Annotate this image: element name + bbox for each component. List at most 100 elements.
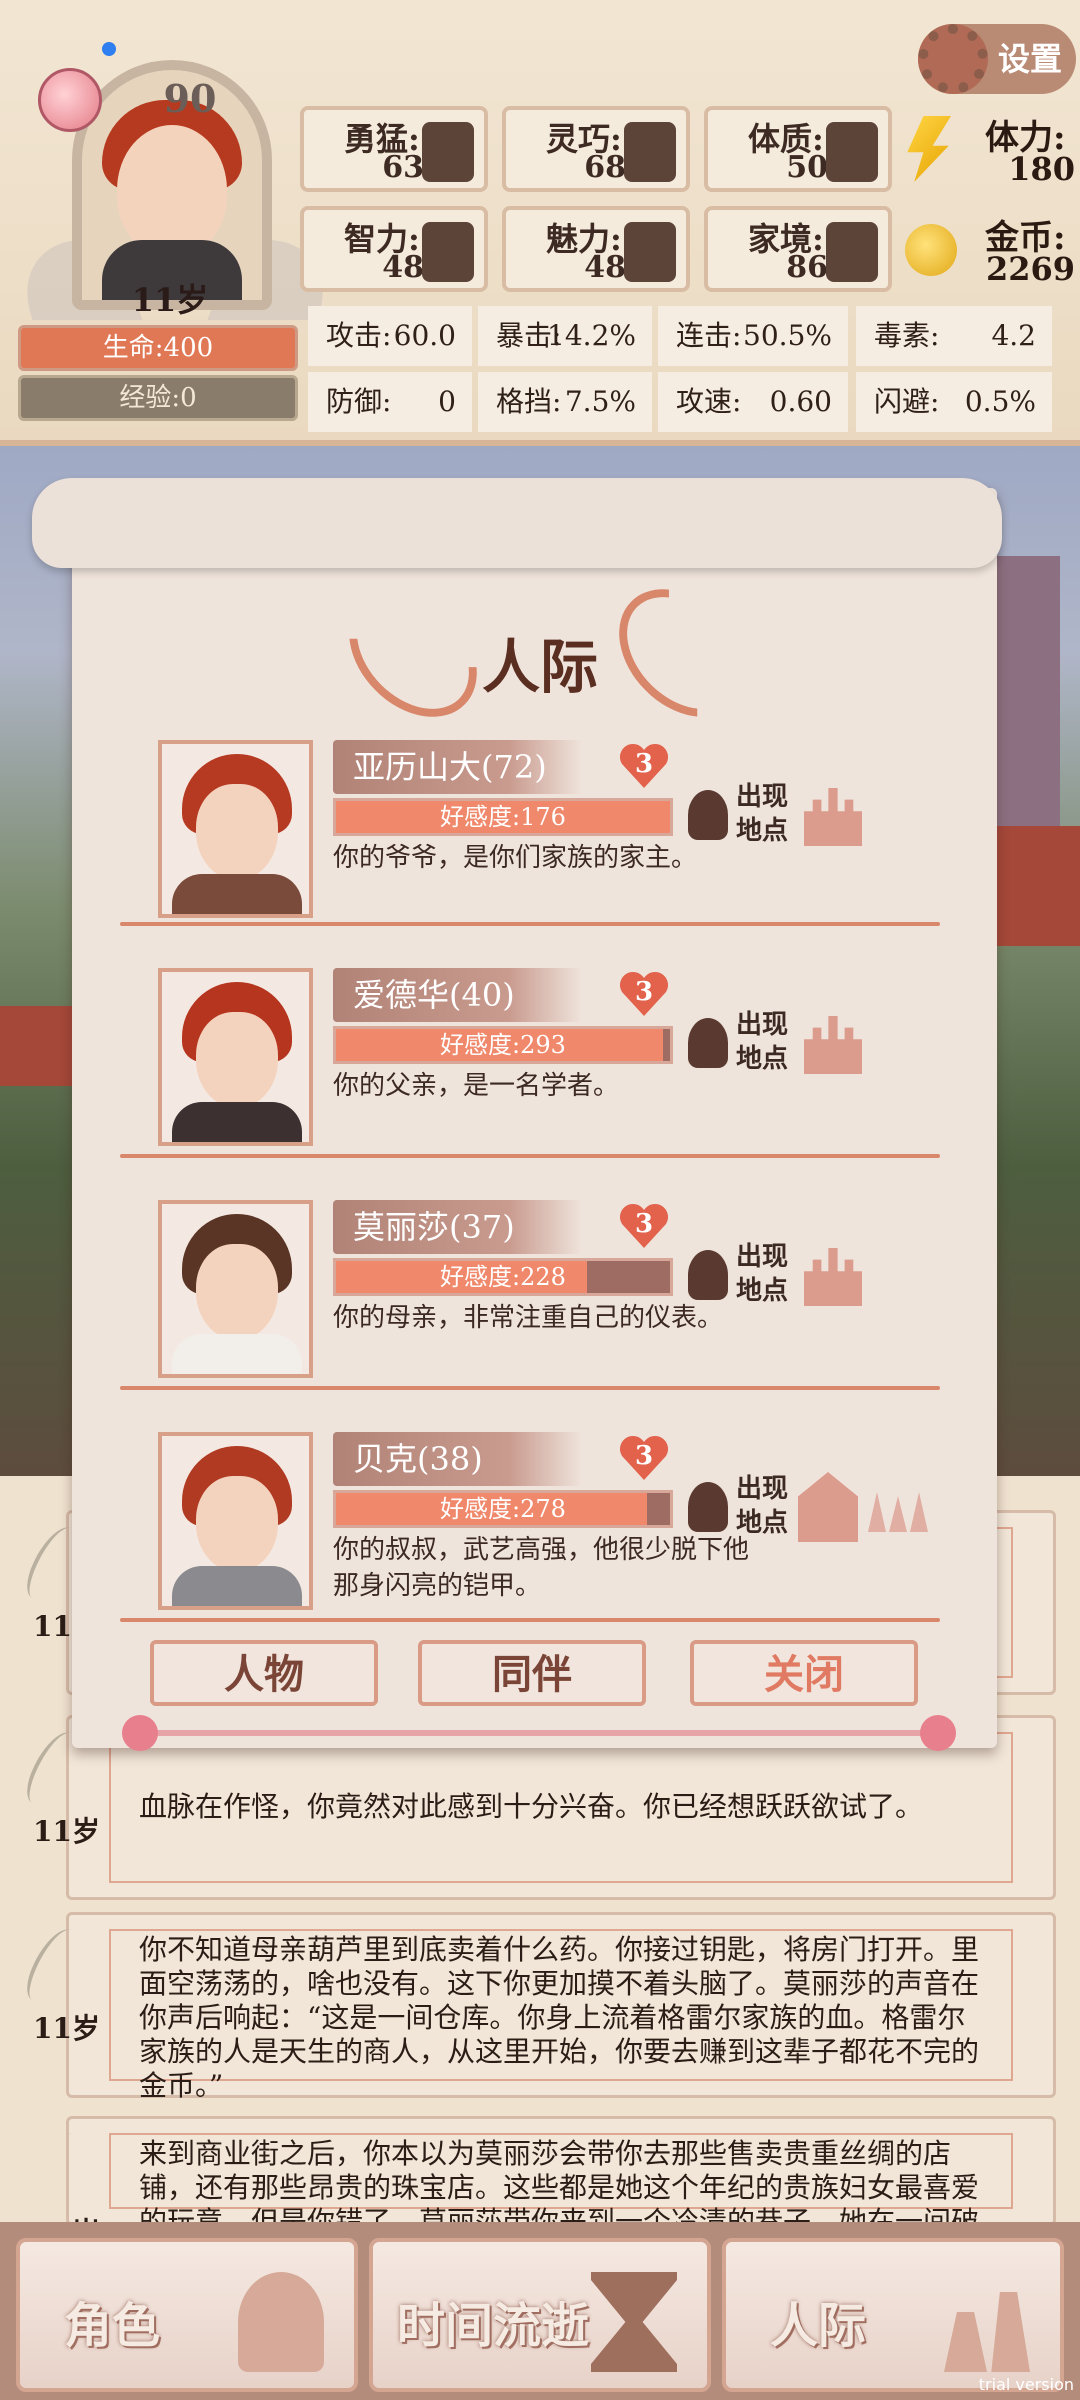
exp-bar: 经验:0 — [18, 375, 298, 421]
log-age: 11岁 — [33, 1815, 100, 1848]
person-avatar[interactable] — [158, 968, 313, 1146]
nav-social[interactable]: 人际 — [722, 2238, 1064, 2392]
dialog-title: 人际 — [481, 633, 598, 701]
spirit-icon[interactable] — [38, 68, 102, 132]
person-name: 莫丽莎(37) — [333, 1200, 583, 1254]
heart-icon: 3 — [618, 1202, 670, 1250]
resource-gold: 金币: 2269 — [905, 206, 1075, 292]
stat-charm: 魅力: 48 — [502, 206, 690, 292]
nav-label: 时间流逝 — [397, 2298, 590, 2354]
location-label: 出现地点 — [736, 1010, 789, 1074]
nav-time[interactable]: 时间流逝 — [369, 2238, 711, 2392]
person-card[interactable]: 贝克(38) 3 好感度:278 你的叔叔，武艺高强，他很少脱下他那身闪亮的铠甲… — [158, 1432, 948, 1632]
stat-physique: 体质: 50 — [704, 106, 892, 192]
favor-bar: 好感度:228 — [333, 1258, 673, 1296]
characters-button[interactable]: 人物 — [150, 1640, 378, 1706]
ribbon-decoration — [130, 1730, 950, 1736]
nav-label: 人际 — [770, 2298, 867, 2354]
castle-icon[interactable] — [804, 788, 862, 846]
trees-icon — [868, 1492, 928, 1532]
combat-label: 防御: — [326, 385, 392, 418]
resource-value: 2269 — [985, 250, 1075, 288]
combat-combo: 连击: 50.5% — [658, 306, 848, 366]
combat-label: 闪避: — [874, 385, 940, 418]
stat-value: 50 — [786, 150, 828, 185]
person-card[interactable]: 莫丽莎(37) 3 好感度:228 你的母亲，非常注重自己的仪表。 出现地点 — [158, 1200, 948, 1400]
gear-icon — [918, 24, 988, 94]
person-name: 贝克(38) — [333, 1432, 583, 1486]
scroll-roll — [32, 478, 1002, 568]
combat-defense: 防御: 0 — [308, 372, 472, 432]
location-pin-icon — [688, 1018, 728, 1068]
combat-value: 0.60 — [769, 385, 832, 418]
money-hand-icon — [826, 222, 878, 282]
log-text: 你不知道母亲葫芦里到底卖着什么药。你接过钥匙，将房门打开。里面空荡荡的，啥也没有… — [139, 1933, 980, 2102]
combat-value: 60.0 — [393, 319, 456, 352]
combat-label: 攻击: — [326, 319, 392, 352]
lightning-icon — [907, 116, 951, 182]
favor-text: 好感度:293 — [440, 1031, 566, 1059]
favor-bar: 好感度:278 — [333, 1490, 673, 1528]
fist-icon — [422, 122, 474, 182]
flower-icon — [920, 1715, 956, 1751]
feather-icon — [19, 1921, 85, 2009]
castle-icon[interactable] — [804, 1248, 862, 1306]
person-description: 你的母亲，非常注重自己的仪表。 — [333, 1303, 724, 1333]
person-icon — [238, 2272, 324, 2372]
combat-value: 0 — [438, 385, 456, 418]
notification-dot — [102, 42, 116, 56]
combat-value: 50.5% — [743, 319, 832, 352]
house-icon[interactable] — [798, 1472, 858, 1542]
log-entry: 11岁 你不知道母亲葫芦里到底卖着什么药。你接过钥匙，将房门打开。里面空荡荡的，… — [19, 1912, 1056, 2102]
bottom-nav: 角色 时间流逝 人际 trial version — [0, 2222, 1080, 2400]
person-avatar[interactable] — [158, 740, 313, 918]
combat-label: 毒素: — [874, 319, 940, 352]
person-name: 爱德华(40) — [333, 968, 583, 1022]
person-description: 你的父亲，是一名学者。 — [333, 1071, 620, 1101]
settings-label: 设置 — [998, 40, 1063, 78]
divider — [120, 1618, 940, 1622]
combat-value: 14.2% — [547, 319, 636, 352]
person-card[interactable]: 爱德华(40) 3 好感度:293 你的父亲，是一名学者。 出现地点 — [158, 968, 948, 1168]
location-pin-icon — [688, 1250, 728, 1300]
location-pin-icon — [688, 790, 728, 840]
close-button[interactable]: 关闭 — [690, 1640, 918, 1706]
flower-icon — [122, 1715, 158, 1751]
location-pin-icon — [688, 1482, 728, 1532]
combat-label: 攻速: — [676, 385, 742, 418]
location-label: 出现地点 — [736, 1474, 789, 1538]
castle-icon[interactable] — [804, 1016, 862, 1074]
location-label: 出现地点 — [736, 782, 789, 846]
divider — [120, 1154, 940, 1158]
combat-dodge: 闪避: 0.5% — [856, 372, 1052, 432]
nav-character[interactable]: 角色 — [16, 2238, 358, 2392]
favor-bar: 好感度:293 — [333, 1026, 673, 1064]
brain-icon — [422, 222, 474, 282]
heart-icon: 3 — [618, 1434, 670, 1482]
stat-value: 86 — [786, 250, 828, 285]
favor-text: 好感度:228 — [440, 1263, 566, 1291]
nav-label: 角色 — [64, 2298, 161, 2354]
favor-text: 好感度:176 — [440, 803, 566, 831]
person-avatar[interactable] — [158, 1432, 313, 1610]
muscle-icon — [826, 122, 878, 182]
hourglass-icon — [591, 2272, 677, 2372]
combat-speed: 攻速: 0.60 — [658, 372, 848, 432]
divider — [120, 922, 940, 926]
combat-label: 格挡: — [496, 385, 562, 418]
stat-intellect: 智力: 48 — [300, 206, 488, 292]
person-card[interactable]: 亚历山大(72) 3 好感度:176 你的爷爷，是你们家族的家主。 出现地点 — [158, 740, 948, 940]
combat-value: 4.2 — [991, 319, 1036, 352]
combat-attack: 攻击: 60.0 — [308, 306, 472, 366]
settings-button[interactable]: 设置 — [918, 24, 1076, 94]
favor-bar: 好感度:176 — [333, 798, 673, 836]
combat-poison: 毒素: 4.2 — [856, 306, 1052, 366]
companions-button[interactable]: 同伴 — [418, 1640, 646, 1706]
feather-icon — [69, 2125, 85, 2213]
resource-value: 180 — [1008, 150, 1075, 188]
cloak-icon — [624, 122, 676, 182]
log-age: 11岁 — [33, 2012, 100, 2045]
person-avatar[interactable] — [158, 1200, 313, 1378]
stat-value: 68 — [584, 150, 626, 185]
person-description: 你的叔叔，武艺高强，他很少脱下他那身闪亮的铠甲。 — [333, 1535, 750, 1601]
